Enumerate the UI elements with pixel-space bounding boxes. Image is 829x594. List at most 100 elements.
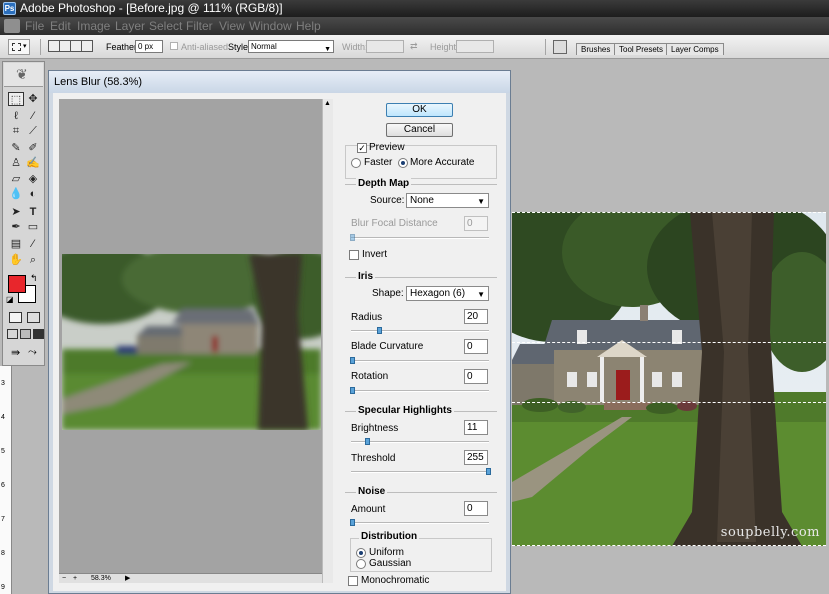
invert-checkbox[interactable] [349,250,359,260]
eyedropper-tool-icon[interactable]: ⁄ [25,237,41,251]
quick-mask-mode-icon[interactable] [27,312,40,323]
antialiased-checkbox[interactable] [170,42,178,50]
scroll-up-icon[interactable]: ▲ [324,100,331,107]
threshold-input[interactable]: 255 [464,450,488,465]
tab-tool-presets[interactable]: Tool Presets [614,43,669,55]
magic-wand-tool-icon[interactable]: ⁄ [25,109,41,123]
clone-stamp-tool-icon[interactable]: ♙ [8,156,24,170]
selection-marquee [512,342,826,343]
brightness-input[interactable]: 11 [464,420,488,435]
screen-mode-full-icon[interactable] [33,329,44,339]
menu-help[interactable]: Help [296,17,321,35]
menu-image[interactable]: Image [77,17,110,35]
intersect-selection-icon[interactable] [81,40,93,52]
amount-slider-thumb[interactable] [350,519,355,526]
cancel-button[interactable]: Cancel [386,123,453,137]
feather-input[interactable]: 0 px [135,40,163,53]
menu-window[interactable]: Window [249,17,292,35]
zoom-out-button[interactable]: − [62,574,66,583]
standard-mode-icon[interactable] [9,312,22,323]
amount-slider[interactable] [351,522,489,524]
rotation-slider[interactable] [351,390,489,392]
palette-well-icon[interactable] [553,40,567,54]
blade-curvature-input[interactable]: 0 [464,339,488,354]
amount-label: Amount [351,504,386,515]
width-input[interactable] [366,40,404,53]
blur-tool-icon[interactable]: 💧 [8,187,24,201]
source-select[interactable]: None ▼ [406,193,489,208]
jump-to-imageready-icon[interactable]: ⇛ [11,346,20,359]
preview-checkbox[interactable]: ✓ [357,143,367,153]
crop-tool-icon[interactable]: ⌗ [8,124,24,138]
brush-tool-icon[interactable]: ✐ [25,141,41,155]
ok-button[interactable]: OK [386,103,453,117]
preview-scrollbar[interactable]: ▲ [322,99,333,583]
path-selection-tool-icon[interactable]: ➤ [8,205,24,219]
tab-layer-comps[interactable]: Layer Comps [666,43,724,55]
scroll-right-icon[interactable]: ▶ [125,574,130,583]
shape-select[interactable]: Hexagon (6) ▼ [406,286,489,301]
menu-file[interactable]: File [25,17,44,35]
menu-filter[interactable]: Filter [186,17,213,35]
menu-select[interactable]: Select [149,17,182,35]
tab-brushes[interactable]: Brushes [576,43,616,55]
eraser-tool-icon[interactable]: ▱ [8,172,24,186]
zoom-in-button[interactable]: + [73,574,77,583]
shape-tool-icon[interactable]: ▭ [25,220,41,234]
history-brush-tool-icon[interactable]: ✍ [25,156,41,170]
lasso-tool-icon[interactable]: ℓ [8,109,24,123]
threshold-slider-thumb[interactable] [486,468,491,475]
document-canvas[interactable]: soupbelly.com [512,212,826,546]
radius-slider-thumb[interactable] [377,327,382,334]
adobe-online-icon[interactable]: ❦ [4,63,43,87]
more-accurate-radio[interactable] [398,158,408,168]
brightness-slider[interactable] [351,441,489,443]
height-input[interactable] [456,40,494,53]
preview-pane[interactable]: − + 58.3% ▶ [59,99,322,583]
blur-focal-distance-slider[interactable] [351,237,489,239]
rotation-input[interactable]: 0 [464,369,488,384]
blade-curvature-slider-thumb[interactable] [350,357,355,364]
brightness-slider-thumb[interactable] [365,438,370,445]
swap-dimensions-icon[interactable]: ⇄ [410,41,418,52]
photoshop-logo-icon[interactable] [4,19,20,33]
edit-in-imageready-icon[interactable]: ⤳ [28,346,37,359]
faster-radio[interactable] [351,158,361,168]
amount-input[interactable]: 0 [464,501,488,516]
house-photo-drawing [512,212,826,546]
threshold-slider[interactable] [351,471,489,473]
invert-label: Invert [362,249,388,260]
monochromatic-checkbox[interactable] [348,576,358,586]
uniform-radio[interactable] [356,548,366,558]
menu-edit[interactable]: Edit [50,17,71,35]
blur-focal-distance-thumb[interactable] [350,234,355,241]
rotation-slider-thumb[interactable] [350,387,355,394]
zoom-tool-icon[interactable]: ⌕ [25,253,41,267]
pen-tool-icon[interactable]: ✒ [8,220,24,234]
ruler-tick: 4 [1,414,5,421]
dialog-titlebar[interactable]: Lens Blur (58.3%) [49,71,510,93]
healing-brush-tool-icon[interactable]: ✎ [8,141,24,155]
type-tool-icon[interactable]: T [25,205,41,219]
blade-curvature-slider[interactable] [351,360,489,362]
default-colors-icon[interactable]: ◪ [6,295,14,304]
slice-tool-icon[interactable]: ⟋ [25,124,41,138]
marquee-preset-picker[interactable]: ▾ [8,39,30,55]
screen-mode-standard-icon[interactable] [7,329,18,339]
swap-colors-icon[interactable]: ↰ [30,273,38,284]
radius-input[interactable]: 20 [464,309,488,324]
menu-view[interactable]: View [219,17,245,35]
notes-tool-icon[interactable]: ▤ [8,237,24,251]
gaussian-radio[interactable] [356,559,366,569]
radius-slider[interactable] [351,330,489,332]
hand-tool-icon[interactable]: ✋ [8,253,24,267]
marquee-tool-icon[interactable]: ⬚ [8,92,24,106]
paint-bucket-tool-icon[interactable]: ◈ [25,172,41,186]
dodge-tool-icon[interactable]: ◐ [25,187,41,201]
foreground-color-swatch-front[interactable] [8,275,26,293]
move-tool-icon[interactable]: ✥ [25,92,41,106]
style-select[interactable]: Normal ▼ [248,40,334,53]
screen-mode-full-menu-icon[interactable] [20,329,31,339]
menu-layer[interactable]: Layer [115,17,145,35]
blur-focal-distance-input[interactable]: 0 [464,216,488,231]
